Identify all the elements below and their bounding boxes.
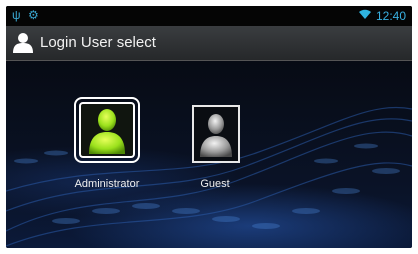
guest-label: Guest (200, 178, 230, 190)
debug-icon: ⚙ (28, 8, 39, 22)
administrator-avatar-icon (79, 102, 135, 158)
page-title: Login User select (40, 34, 156, 51)
device-screen: ψ ⚙ 12:40 Login User select Administrato… (6, 6, 412, 248)
user-select-area: Administrator Guest (6, 61, 412, 248)
clock: 12:40 (375, 9, 406, 23)
usb-icon: ψ (12, 8, 21, 22)
status-bar: ψ ⚙ 12:40 (6, 6, 412, 26)
guest-avatar-icon (192, 105, 240, 163)
user-icon (12, 32, 34, 59)
user-tile-administrator[interactable] (74, 97, 140, 163)
user-tile-guest[interactable] (192, 105, 240, 163)
wifi-icon (358, 9, 372, 23)
administrator-label: Administrator (74, 178, 140, 190)
title-bar: Login User select (6, 26, 412, 61)
